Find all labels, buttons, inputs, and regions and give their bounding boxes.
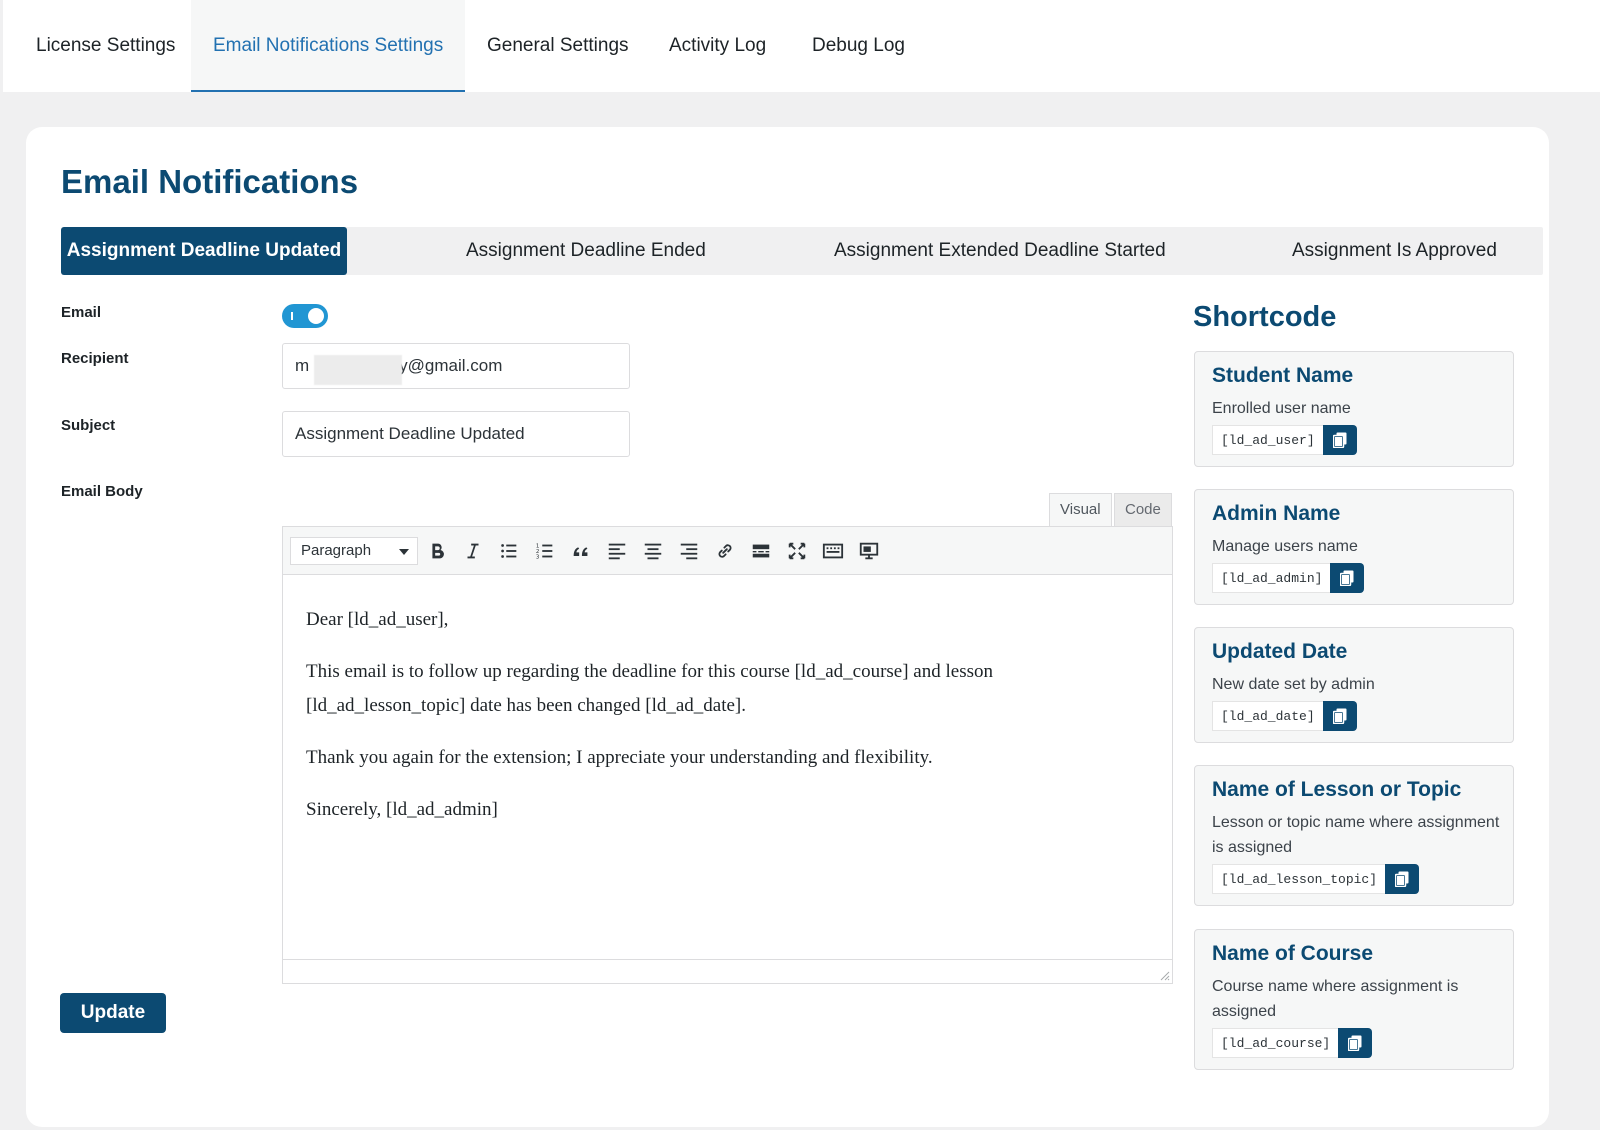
shortcode-chip: [ld_ad_admin] <box>1212 563 1365 593</box>
shortcode-code: [ld_ad_lesson_topic] <box>1212 864 1386 894</box>
update-button[interactable]: Update <box>60 993 166 1033</box>
shortcode-desc: Course name where assignment is assigned <box>1212 978 1459 1020</box>
resize-handle-icon[interactable] <box>1158 969 1170 981</box>
settings-tab-bar: License Settings Email Notifications Set… <box>3 0 1600 92</box>
svg-text:3: 3 <box>536 554 540 560</box>
toggle-knob <box>308 308 324 324</box>
body-paragraph: This email is to follow up regarding the… <box>306 661 993 716</box>
email-body-content[interactable]: Dear [ld_ad_user], This email is to foll… <box>306 603 1146 845</box>
shortcode-name: Name of Course <box>1212 942 1374 965</box>
link-icon[interactable] <box>711 538 739 564</box>
tab-general-settings[interactable]: General Settings <box>487 0 629 92</box>
recipient-label: Recipient <box>61 350 129 367</box>
shortcode-chip: [ld_ad_course] <box>1212 1028 1373 1058</box>
shortcode-chip: [ld_ad_user] <box>1212 425 1357 455</box>
shortcode-chip: [ld_ad_date] <box>1212 701 1357 731</box>
editor-statusbar <box>283 959 1172 983</box>
tab-license-settings[interactable]: License Settings <box>36 0 175 92</box>
align-right-icon[interactable] <box>675 538 703 564</box>
subject-label: Subject <box>61 417 116 434</box>
shortcode-name: Student Name <box>1212 364 1354 387</box>
chevron-down-icon <box>399 549 409 555</box>
shortcode-code: [ld_ad_user] <box>1212 425 1323 455</box>
toggle-on-indicator <box>291 312 293 320</box>
subject-input[interactable] <box>282 411 630 457</box>
shortcode-name: Updated Date <box>1212 640 1348 663</box>
shortcode-code: [ld_ad_admin] <box>1212 563 1331 593</box>
editor-tab-code[interactable]: Code <box>1114 493 1172 526</box>
recipient-suffix: y@gmail.com <box>399 356 503 375</box>
shortcode-card-updated-date: Updated Date New date set by admin [ld_a… <box>1194 627 1514 743</box>
shortcode-desc: New date set by admin <box>1212 676 1375 693</box>
shortcode-card-course: Name of Course Course name where assignm… <box>1194 929 1514 1070</box>
format-select-value: Paragraph <box>301 542 372 559</box>
tab-assignment-deadline-ended[interactable]: Assignment Deadline Ended <box>466 227 706 275</box>
tab-assignment-deadline-updated[interactable]: Assignment Deadline Updated <box>61 227 347 275</box>
bold-icon[interactable] <box>423 538 451 564</box>
bullet-list-icon[interactable] <box>495 538 523 564</box>
align-left-icon[interactable] <box>603 538 631 564</box>
email-body-label: Email Body <box>61 483 143 500</box>
tab-assignment-extended-deadline-started[interactable]: Assignment Extended Deadline Started <box>834 227 1166 275</box>
tab-activity-log[interactable]: Activity Log <box>669 0 766 92</box>
shortcode-card-student-name: Student Name Enrolled user name [ld_ad_u… <box>1194 351 1514 467</box>
shortcode-name: Admin Name <box>1212 502 1341 525</box>
page-title: Email Notifications <box>61 163 359 200</box>
copy-icon[interactable] <box>1330 563 1365 593</box>
editor-toolbar: Paragraph 123 <box>283 527 1172 575</box>
shortcode-code: [ld_ad_date] <box>1212 701 1323 731</box>
body-paragraph: Dear [ld_ad_user], <box>306 609 449 630</box>
shortcode-card-lesson-topic: Name of Lesson or Topic Lesson or topic … <box>1194 765 1514 906</box>
shortcode-title: Shortcode <box>1193 301 1337 333</box>
shortcode-desc: Manage users name <box>1212 538 1358 555</box>
tab-assignment-is-approved[interactable]: Assignment Is Approved <box>1292 227 1497 275</box>
shortcode-desc: Enrolled user name <box>1212 400 1351 417</box>
email-notifications-card: Email Notifications Assignment Deadline … <box>26 127 1549 1127</box>
embed-media-icon[interactable] <box>855 538 883 564</box>
copy-icon[interactable] <box>1322 425 1357 455</box>
notification-type-tabs: Assignment Deadline Updated Assignment D… <box>61 227 1543 275</box>
body-paragraph: Sincerely, [ld_ad_admin] <box>306 799 498 820</box>
email-enabled-toggle[interactable] <box>282 304 328 328</box>
shortcode-desc: Lesson or topic name where assignment is… <box>1212 814 1500 856</box>
body-paragraph: Thank you again for the extension; I app… <box>306 747 933 768</box>
align-center-icon[interactable] <box>639 538 667 564</box>
shortcode-chip: [ld_ad_lesson_topic] <box>1212 864 1420 894</box>
recipient-redaction <box>314 355 402 385</box>
numbered-list-icon[interactable]: 123 <box>531 538 559 564</box>
recipient-prefix: m <box>295 356 310 375</box>
copy-icon[interactable] <box>1385 864 1420 894</box>
read-more-icon[interactable] <box>747 538 775 564</box>
shortcode-card-admin-name: Admin Name Manage users name [ld_ad_admi… <box>1194 489 1514 605</box>
shortcode-name: Name of Lesson or Topic <box>1212 778 1462 801</box>
blockquote-icon[interactable] <box>567 538 595 564</box>
email-label: Email <box>61 304 102 321</box>
toolbar-toggle-icon[interactable] <box>819 538 847 564</box>
shortcode-code: [ld_ad_course] <box>1212 1028 1339 1058</box>
fullscreen-icon[interactable] <box>783 538 811 564</box>
copy-icon[interactable] <box>1322 701 1357 731</box>
format-select[interactable]: Paragraph <box>290 537 418 565</box>
email-body-editor: Paragraph 123 Dear [ld_ad_user], This em… <box>282 526 1173 984</box>
italic-icon[interactable] <box>459 538 487 564</box>
tab-email-notifications-settings[interactable]: Email Notifications Settings <box>191 0 466 92</box>
copy-icon[interactable] <box>1338 1028 1373 1058</box>
tab-debug-log[interactable]: Debug Log <box>812 0 905 92</box>
editor-tab-visual[interactable]: Visual <box>1049 493 1112 527</box>
